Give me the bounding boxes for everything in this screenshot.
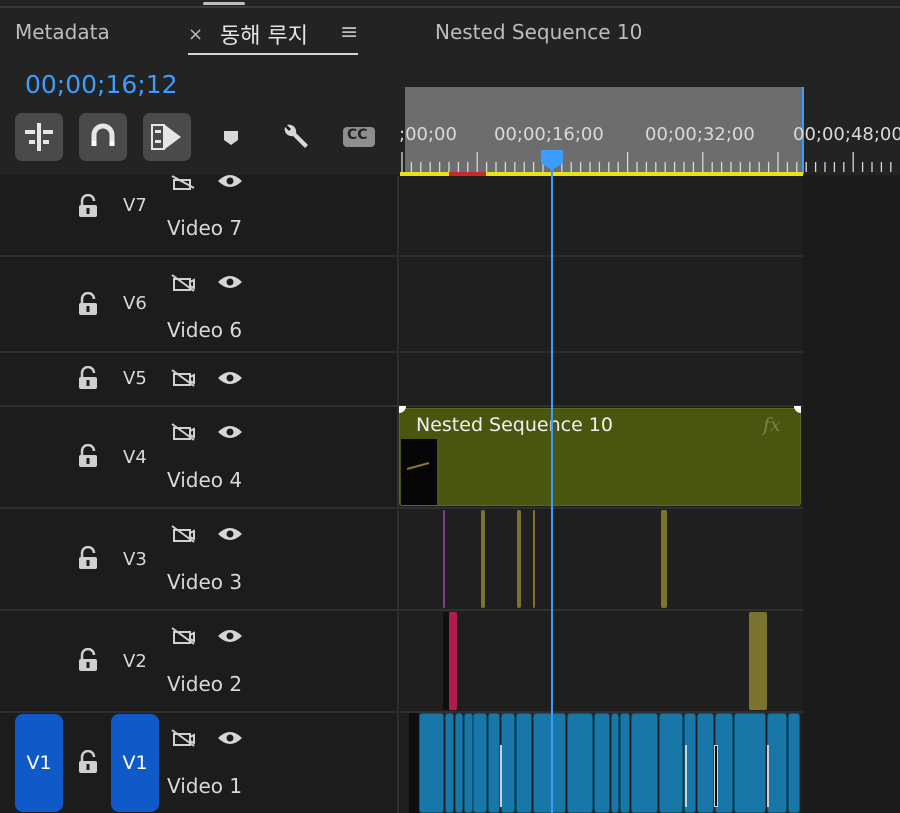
track-id[interactable]: V4: [123, 447, 147, 468]
clip[interactable]: [749, 612, 767, 710]
playhead-handle[interactable]: [541, 150, 563, 170]
clip[interactable]: [464, 713, 473, 813]
track-id[interactable]: V6: [123, 293, 147, 314]
ruler-label: ;00;00: [399, 124, 457, 145]
clip[interactable]: [567, 713, 593, 813]
track-name: Video 4: [167, 468, 243, 492]
track-header: [0, 407, 398, 507]
track-name: Video 1: [167, 774, 243, 798]
track-name: Video 7: [167, 216, 243, 240]
clip-edit-marker: [500, 745, 502, 807]
fx-badge: fx: [763, 414, 781, 436]
clip[interactable]: [734, 713, 766, 813]
clip[interactable]: [517, 510, 521, 608]
clip[interactable]: [409, 713, 419, 813]
clip[interactable]: [516, 713, 532, 813]
clip[interactable]: [449, 612, 457, 710]
lock-icon[interactable]: [77, 366, 99, 390]
eye-icon[interactable]: [217, 425, 243, 439]
toggle-track-output-icon[interactable]: [170, 626, 196, 646]
tab-sequence-active[interactable]: 동해 루지: [220, 18, 308, 50]
track-row-v7: [0, 176, 900, 257]
lock-icon[interactable]: [77, 648, 99, 672]
ruler-label: 00;00;32;00: [645, 124, 755, 145]
resize-handle[interactable]: [203, 2, 245, 5]
track-id[interactable]: V5: [123, 368, 147, 389]
target-track-v1-button[interactable]: V1: [111, 714, 159, 812]
magnet-icon[interactable]: [79, 113, 127, 161]
playhead-line[interactable]: [551, 165, 553, 813]
clip[interactable]: [419, 713, 444, 813]
clip[interactable]: [594, 713, 610, 813]
track-name: Video 2: [167, 672, 243, 696]
close-icon[interactable]: ×: [188, 24, 203, 45]
toggle-track-output-icon[interactable]: [170, 368, 196, 388]
track-name: Video 3: [167, 570, 243, 594]
clip-label: Nested Sequence 10: [416, 414, 613, 436]
eye-icon[interactable]: [217, 275, 243, 289]
clip[interactable]: [620, 713, 630, 813]
linked-selection-icon[interactable]: [143, 113, 191, 161]
track-header: [0, 509, 398, 609]
eye-icon[interactable]: [217, 527, 243, 541]
lock-icon[interactable]: [77, 444, 99, 468]
clip[interactable]: [533, 713, 566, 813]
clip[interactable]: [631, 713, 658, 813]
insert-snap-icon[interactable]: [15, 113, 63, 161]
track-id[interactable]: V3: [123, 549, 147, 570]
toggle-track-output-icon[interactable]: [170, 524, 196, 544]
ruler-ticks: [401, 152, 892, 172]
empty-track-area: [803, 176, 900, 813]
clip-thumbnail: [401, 439, 437, 505]
ruler-label: 00;00;16;00: [494, 124, 604, 145]
eye-icon[interactable]: [217, 371, 243, 385]
lock-icon[interactable]: [77, 750, 99, 774]
clip[interactable]: [788, 713, 800, 813]
track-name: Video 6: [167, 318, 243, 342]
clip[interactable]: [443, 510, 445, 608]
tab-metadata[interactable]: Metadata: [15, 20, 110, 44]
source-patch-v1-button[interactable]: V1: [15, 714, 63, 812]
eye-icon[interactable]: [217, 731, 243, 745]
clip[interactable]: [661, 510, 667, 608]
captions-icon[interactable]: CC: [335, 113, 383, 161]
wrench-icon[interactable]: [271, 113, 319, 161]
clip[interactable]: [473, 713, 487, 813]
tab-nested-sequence[interactable]: Nested Sequence 10: [435, 20, 642, 44]
toggle-track-output-icon[interactable]: [170, 174, 196, 190]
playhead-timecode[interactable]: 00;00;16;12: [25, 70, 178, 99]
clip[interactable]: [767, 713, 787, 813]
clip[interactable]: [455, 713, 463, 813]
panel-divider: [0, 6, 900, 8]
ruler-label: 00;00;48;00: [793, 124, 900, 145]
active-tab-indicator: [188, 53, 358, 55]
track-header: [0, 353, 398, 405]
lock-icon[interactable]: [77, 546, 99, 570]
eye-icon[interactable]: [217, 629, 243, 643]
lock-icon[interactable]: [77, 194, 99, 218]
clip[interactable]: [533, 510, 535, 608]
clip[interactable]: [611, 713, 619, 813]
clip[interactable]: [697, 713, 714, 813]
track-id[interactable]: V2: [123, 651, 147, 672]
track-id[interactable]: V7: [123, 195, 147, 216]
toggle-track-output-icon[interactable]: [170, 273, 196, 293]
clip[interactable]: [445, 713, 454, 813]
clip[interactable]: [488, 713, 500, 813]
clip[interactable]: [481, 510, 485, 608]
eye-icon[interactable]: [217, 174, 243, 188]
clip-edit-marker: [714, 745, 718, 807]
panel-menu-icon[interactable]: ≡: [340, 20, 358, 45]
clip[interactable]: [501, 713, 515, 813]
toggle-track-output-icon[interactable]: [170, 728, 196, 748]
clip-edit-marker: [685, 745, 687, 807]
clip-edit-marker: [767, 745, 769, 807]
lock-icon[interactable]: [77, 292, 99, 316]
clip[interactable]: [659, 713, 683, 813]
toggle-track-output-icon[interactable]: [170, 422, 196, 442]
marker-icon[interactable]: [207, 113, 255, 161]
captions-label: CC: [347, 127, 368, 143]
track-header: [0, 611, 398, 711]
